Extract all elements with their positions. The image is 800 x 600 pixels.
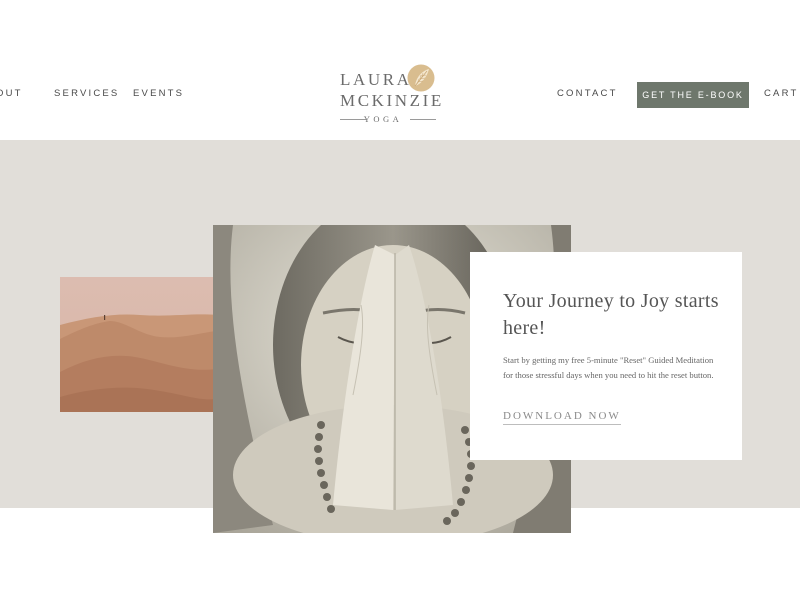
nav-cart-link[interactable]: CART ( [764, 88, 800, 99]
leaf-icon [407, 64, 435, 92]
nav-about-link[interactable]: OUT [0, 88, 23, 99]
nav-events-link[interactable]: EVENTS [133, 88, 184, 99]
get-ebook-button[interactable]: GET THE E-BOOK [637, 82, 749, 108]
logo-rule-right [410, 119, 436, 120]
hero-description: Start by getting my free 5-minute "Reset… [503, 355, 714, 380]
download-now-link[interactable]: DOWNLOAD NOW [503, 410, 621, 425]
logo-name-first: LAURA [340, 70, 412, 89]
site-logo[interactable]: LAURA MCKINZIE YOGA [330, 62, 441, 126]
desert-image [60, 277, 216, 412]
desert-illustration [60, 277, 216, 412]
hero-title: Your Journey to Joy starts here! [503, 290, 719, 339]
site-header: OUT SERVICES EVENTS LAURA MCKINZIE YOGA … [0, 0, 800, 140]
logo-name-last: MCKINZIE [340, 91, 444, 110]
nav-contact-link[interactable]: CONTACT [557, 88, 618, 99]
nav-services-link[interactable]: SERVICES [54, 88, 119, 99]
hero-card: Your Journey to Joy starts here! Start b… [470, 252, 742, 460]
